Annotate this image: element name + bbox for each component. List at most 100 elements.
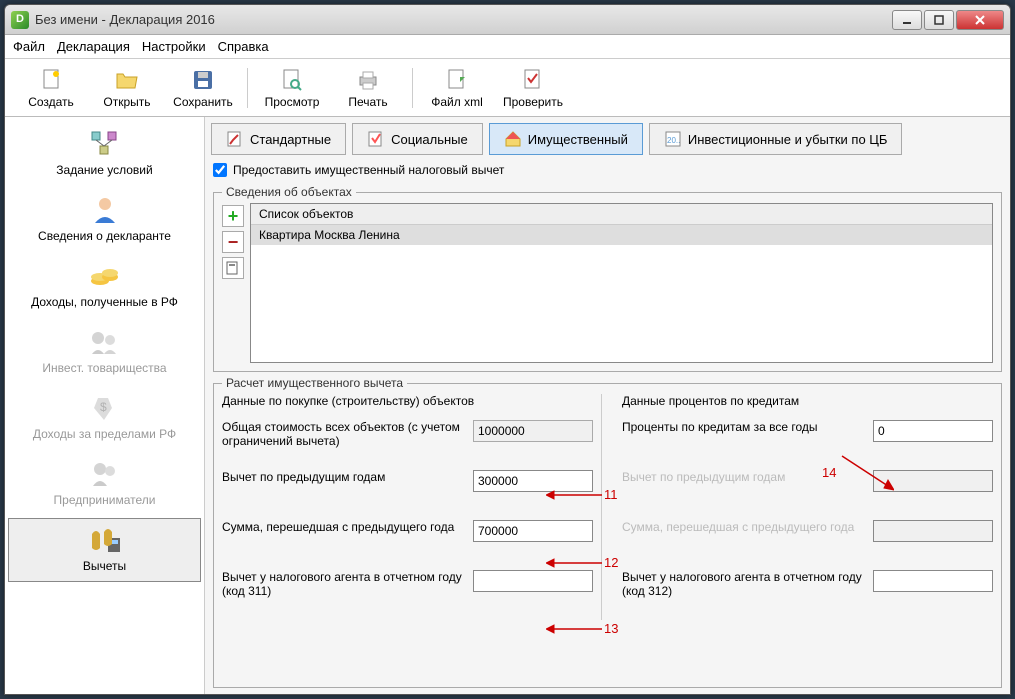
agent311-label: Вычет у налогового агента в отчетном год… xyxy=(222,570,463,598)
save-label: Сохранить xyxy=(173,95,233,109)
credit-carry-input[interactable] xyxy=(873,520,993,542)
remove-object-button[interactable]: − xyxy=(222,231,244,253)
agent312-label: Вычет у налогового агента в отчетном год… xyxy=(622,570,863,598)
social-icon xyxy=(367,130,385,148)
income-abroad-icon: $ xyxy=(85,393,125,423)
purchase-column: Данные по покупке (строительству) объект… xyxy=(222,394,602,620)
sidebar-label: Предприниматели xyxy=(54,493,156,507)
minimize-button[interactable] xyxy=(892,10,922,30)
separator xyxy=(247,68,248,108)
close-button[interactable] xyxy=(956,10,1004,30)
credit-total-label: Проценты по кредитам за все годы xyxy=(622,420,863,434)
objects-list[interactable]: Список объектов Квартира Москва Ленина xyxy=(250,203,993,363)
add-object-button[interactable]: + xyxy=(222,205,244,227)
standard-icon xyxy=(226,130,244,148)
tab-property[interactable]: Имущественный xyxy=(489,123,643,155)
objects-tools: + − xyxy=(222,203,244,363)
invest-partnerships-icon xyxy=(85,327,125,357)
create-label: Создать xyxy=(28,95,74,109)
menu-settings[interactable]: Настройки xyxy=(142,39,206,54)
menu-file[interactable]: Файл xyxy=(13,39,45,54)
provide-deduction-row: Предоставить имущественный налоговый выч… xyxy=(209,157,1006,183)
sidebar-item-declarant[interactable]: Сведения о декларанте xyxy=(8,188,201,252)
preview-button[interactable]: Просмотр xyxy=(256,63,328,113)
tab-label: Стандартные xyxy=(250,132,331,147)
objects-legend: Сведения об объектах xyxy=(222,185,356,199)
main-pane: Стандартные Социальные Имущественный 20.… xyxy=(205,117,1010,694)
calc-fieldset: Расчет имущественного вычета Данные по п… xyxy=(213,376,1002,688)
sidebar-item-conditions[interactable]: Задание условий xyxy=(8,122,201,186)
window-controls xyxy=(892,10,1004,30)
folder-open-icon xyxy=(114,67,140,93)
objects-list-header: Список объектов xyxy=(251,204,992,225)
menu-declaration[interactable]: Декларация xyxy=(57,39,130,54)
print-button[interactable]: Печать xyxy=(332,63,404,113)
sidebar-item-deductions[interactable]: Вычеты xyxy=(8,518,201,582)
credit-prev-input[interactable] xyxy=(873,470,993,492)
conditions-icon xyxy=(85,129,125,159)
open-label: Открыть xyxy=(103,95,150,109)
sidebar-label: Инвест. товарищества xyxy=(42,361,166,375)
credit-prev-label: Вычет по предыдущим годам xyxy=(622,470,863,484)
tab-label: Инвестиционные и убытки по ЦБ xyxy=(688,132,888,147)
check-button[interactable]: Проверить xyxy=(497,63,569,113)
sidebar-label: Вычеты xyxy=(83,559,126,573)
menubar: Файл Декларация Настройки Справка xyxy=(5,35,1010,59)
objects-fieldset: Сведения об объектах + − Список объектов… xyxy=(213,185,1002,372)
tab-social[interactable]: Социальные xyxy=(352,123,483,155)
credit-column: Данные процентов по кредитам Проценты по… xyxy=(614,394,993,620)
prev-years-label: Вычет по предыдущим годам xyxy=(222,470,463,484)
menu-help[interactable]: Справка xyxy=(218,39,269,54)
edit-object-button[interactable] xyxy=(222,257,244,279)
file-xml-button[interactable]: Файл xml xyxy=(421,63,493,113)
invest-icon: 20.. xyxy=(664,130,682,148)
toolbar: Создать Открыть Сохранить Просмотр Печат… xyxy=(5,59,1010,117)
sidebar-item-invest-partnerships[interactable]: Инвест. товарищества xyxy=(8,320,201,384)
open-button[interactable]: Открыть xyxy=(91,63,163,113)
app-window: Без имени - Декларация 2016 Файл Деклара… xyxy=(4,4,1011,695)
preview-label: Просмотр xyxy=(265,95,320,109)
check-label: Проверить xyxy=(503,95,563,109)
check-icon xyxy=(520,67,546,93)
provide-deduction-checkbox[interactable] xyxy=(213,163,227,177)
total-cost-label: Общая стоимость всех объектов (с учетом … xyxy=(222,420,463,448)
sidebar-item-entrepreneurs[interactable]: Предприниматели xyxy=(8,452,201,516)
purchase-header: Данные по покупке (строительству) объект… xyxy=(222,394,593,408)
sidebar-label: Сведения о декларанте xyxy=(38,229,171,243)
sidebar-item-income-rf[interactable]: Доходы, полученные в РФ xyxy=(8,254,201,318)
file-xml-label: Файл xml xyxy=(431,95,483,109)
save-button[interactable]: Сохранить xyxy=(167,63,239,113)
declarant-icon xyxy=(85,195,125,225)
svg-text:20..: 20.. xyxy=(667,136,680,145)
preview-icon xyxy=(279,67,305,93)
maximize-button[interactable] xyxy=(924,10,954,30)
agent312-input[interactable] xyxy=(873,570,993,592)
window-title: Без имени - Декларация 2016 xyxy=(35,12,892,27)
tab-invest[interactable]: 20.. Инвестиционные и убытки по ЦБ xyxy=(649,123,903,155)
object-row[interactable]: Квартира Москва Ленина xyxy=(251,225,992,245)
deductions-icon xyxy=(85,525,125,555)
total-cost-input[interactable] xyxy=(473,420,593,442)
file-xml-icon xyxy=(444,67,470,93)
sidebar-item-income-abroad[interactable]: $ Доходы за пределами РФ xyxy=(8,386,201,450)
titlebar: Без имени - Декларация 2016 xyxy=(5,5,1010,35)
credit-total-input[interactable] xyxy=(873,420,993,442)
document-new-icon xyxy=(38,67,64,93)
credit-header: Данные процентов по кредитам xyxy=(622,394,993,408)
tab-standard[interactable]: Стандартные xyxy=(211,123,346,155)
sidebar: Задание условий Сведения о декларанте До… xyxy=(5,117,205,694)
sidebar-label: Задание условий xyxy=(56,163,152,177)
agent311-input[interactable] xyxy=(473,570,593,592)
tab-label: Имущественный xyxy=(528,132,628,147)
tab-label: Социальные xyxy=(391,132,468,147)
create-button[interactable]: Создать xyxy=(15,63,87,113)
credit-carry-label: Сумма, перешедшая с предыдущего года xyxy=(622,520,863,534)
carryover-label: Сумма, перешедшая с предыдущего года xyxy=(222,520,463,534)
provide-deduction-label: Предоставить имущественный налоговый выч… xyxy=(233,163,504,177)
body-area: Задание условий Сведения о декларанте До… xyxy=(5,117,1010,694)
prev-years-input[interactable] xyxy=(473,470,593,492)
svg-text:$: $ xyxy=(100,400,107,414)
save-icon xyxy=(190,67,216,93)
carryover-input[interactable] xyxy=(473,520,593,542)
print-label: Печать xyxy=(348,95,387,109)
